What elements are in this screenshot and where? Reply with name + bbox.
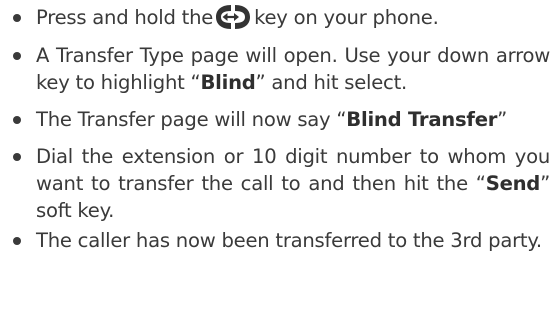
instruction-list: Press and hold the key on your phone. A …: [0, 0, 556, 254]
step-text: ”: [497, 107, 508, 131]
step-text: key on your phone.: [254, 6, 439, 29]
bullet: [13, 236, 21, 245]
blind-transfer-label: Blind Transfer: [346, 107, 498, 131]
step-press-transfer-key: Press and hold the key on your phone.: [13, 2, 550, 32]
bullet: [13, 115, 21, 124]
step-select-blind: A Transfer Type page will open. Use your…: [13, 42, 550, 96]
step-blind-transfer-screen: The Transfer page will now say “Blind Tr…: [13, 106, 550, 133]
bullet: [13, 14, 21, 22]
step-text: The caller has now been transferred to t…: [36, 228, 542, 252]
step-text: The Transfer page will now say “: [36, 107, 347, 131]
step-text: Dial the extension or 10 digit number to…: [36, 144, 550, 195]
step-text: Press and hold the: [36, 6, 214, 29]
send-label: Send: [485, 171, 541, 195]
step-caller-transferred: The caller has now been transferred to t…: [13, 227, 550, 254]
step-dial-and-send: Dial the extension or 10 digit number to…: [13, 143, 550, 224]
bullet: [13, 51, 21, 60]
blind-label: Blind: [200, 70, 256, 94]
step-text: ” and hit select.: [255, 70, 408, 94]
bullet: [13, 152, 21, 161]
transfer-key-icon: [216, 2, 251, 32]
